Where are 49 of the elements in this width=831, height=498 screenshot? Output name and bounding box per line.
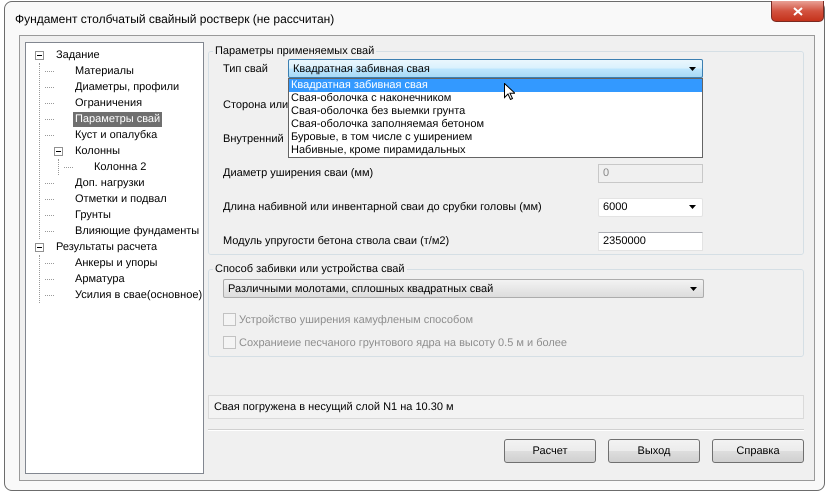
field-label: Диаметр уширения сваи (мм)	[223, 167, 374, 179]
checkbox-label: Сохраниеие песчаного грунтового ядра на высоту 0.5 м и более	[239, 336, 568, 348]
group-title: Способ забивки или устройства свай	[214, 263, 406, 275]
tree-item[interactable]: Ограничения	[73, 96, 144, 110]
dropdown-option[interactable]: Набивные, кроме пирамидальных	[289, 144, 702, 157]
status-message: Свая погружена в несущий слой N1 на 10.30 м	[208, 395, 804, 419]
tree-item[interactable]: Колонна 2	[92, 160, 148, 174]
dropdown[interactable]: 6000	[598, 198, 703, 216]
dialog-button[interactable]: Расчет	[504, 439, 596, 463]
tree-item[interactable]: Куст и опалубка	[73, 128, 160, 142]
tree-item[interactable]: Результаты расчета	[54, 240, 160, 254]
checkbox-label: Устройство уширения камуфленым способом	[239, 314, 474, 326]
close-icon	[792, 6, 802, 16]
dropdown[interactable]: Квадратная забивная свая	[288, 59, 703, 78]
tree-item[interactable]: Анкеры и упоры	[73, 256, 160, 270]
dropdown-option[interactable]: Буровые, в том числе с уширением	[289, 131, 702, 144]
dropdown-arrow-icon	[690, 286, 697, 290]
input-field[interactable]: 2350000	[598, 232, 703, 250]
field-label: Модуль упругости бетона ствола сваи (т/м2)	[223, 235, 450, 247]
dropdown[interactable]: Различными молотами, сплошных квадратных свай	[223, 279, 704, 298]
field-label: Сторона или	[223, 99, 288, 111]
dropdown-arrow-icon	[689, 205, 696, 209]
dropdown-option[interactable]: Свая-оболочка заполняемая бетоном	[289, 118, 702, 131]
tree-item[interactable]: Грунты	[73, 208, 113, 222]
mouse-cursor-icon	[504, 83, 515, 100]
tree-item[interactable]: Арматура	[73, 272, 127, 286]
field-label: Длина набивной или инвентарной сваи до срубки головы (мм)	[223, 201, 542, 213]
window-title: Фундамент столбчатый свайный ростверк (не рассчитан)	[15, 12, 334, 26]
dialog-button[interactable]: Справка	[712, 439, 804, 463]
tree-item[interactable]: Влияющие фундаменты	[73, 224, 202, 238]
tree-item[interactable]: Диаметры, профили	[73, 80, 182, 94]
dropdown-option[interactable]: Свая-оболочка без выемки грунта	[289, 105, 702, 118]
tree-item[interactable]: Усилия в свае(основное)	[73, 288, 204, 302]
tree-item[interactable]: Материалы	[73, 64, 136, 78]
collapse-toggle-icon[interactable]	[35, 242, 44, 252]
collapse-toggle-icon[interactable]	[35, 50, 44, 60]
tree-item[interactable]: Доп. нагрузки	[73, 176, 146, 190]
dropdown-option[interactable]: Свая-оболочка с наконечником	[289, 92, 702, 105]
field-label: Тип свай	[223, 62, 268, 74]
dialog-button[interactable]: Выход	[608, 439, 700, 463]
group-title: Параметры применяемых свай	[214, 45, 376, 57]
tree-item[interactable]: Колонны	[73, 144, 122, 158]
tree-item[interactable]: Параметры свай	[73, 112, 162, 126]
close-button[interactable]	[771, 1, 824, 22]
tree-item[interactable]: Задание	[54, 48, 102, 62]
dropdown-arrow-icon	[689, 66, 696, 70]
field-label: Внутренний	[223, 133, 284, 145]
collapse-toggle-icon[interactable]	[54, 146, 63, 156]
tree-item[interactable]: Отметки и подвал	[73, 192, 169, 206]
